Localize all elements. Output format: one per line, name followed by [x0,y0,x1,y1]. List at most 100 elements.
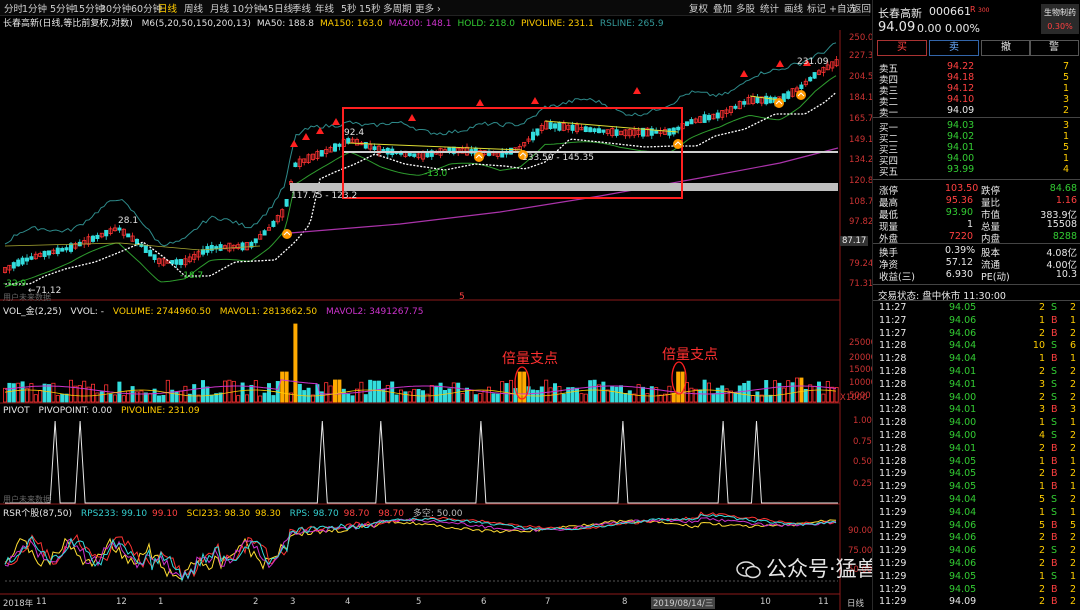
tick-side: B [1051,532,1058,544]
period-tab-1[interactable]: 1分钟 [22,1,47,15]
toolbar-btn-1[interactable]: 叠加 [713,1,732,15]
volume-bar [799,377,804,403]
tick-count: 1 [1070,417,1077,429]
toolbar-btn-5[interactable]: 标记 [807,1,826,15]
bid-row[interactable]: 买二 94.02 1 [873,131,1080,145]
indicator-2: MA150: 163.0 [319,19,383,29]
toolbar-btn-2[interactable]: 多股 [736,1,755,15]
volume-bar [60,393,65,403]
volume-bar [350,395,355,403]
ask-row[interactable]: 卖一 94.09 2 [873,105,1080,119]
candle [702,114,707,123]
period-tab-15[interactable]: 多周期 [383,1,412,15]
book-divider [873,117,1080,118]
tick-count: 2 [1070,378,1077,390]
period-tab-7[interactable]: 周线 [184,1,203,15]
ask-row[interactable]: 卖二 94.10 3 [873,94,1080,108]
bid-row[interactable]: 买三 94.01 5 [873,142,1080,156]
candle [95,234,100,240]
pivot-legend: PIVOT PIVOPOINT: 0.00 PIVOLINE: 231.09 [3,406,206,416]
price-tick: 120.8 [849,176,874,186]
bid-row[interactable]: 买四 94.00 1 [873,153,1080,167]
tick-volume: 1 [1038,455,1045,467]
volume-bar [830,386,835,403]
period-tab-16[interactable]: 更多 › [415,1,441,15]
period-tab-0[interactable]: 分时 [4,1,23,15]
tick-side: S [1051,570,1058,582]
tick-count: 3 [1070,404,1077,416]
bid-row[interactable]: 买五 93.99 4 [873,164,1080,178]
volume-bar [161,394,166,403]
period-tab-10[interactable]: 45日线 [262,1,293,15]
candle [91,235,96,242]
volume-bar [280,371,285,403]
candle [170,260,175,264]
ask-row[interactable]: 卖四 94.18 5 [873,72,1080,86]
volume-bar [139,390,144,403]
ask-row[interactable]: 卖五 94.22 7 [873,61,1080,75]
rps-line [4,517,836,580]
candle [372,146,377,151]
candle [117,227,122,231]
period-tab-14[interactable]: 15秒 [359,1,381,15]
volume-bar [442,389,447,403]
stat-row: 换手 0.39% 股本 4.08亿 [873,245,1080,259]
tick-side: B [1051,519,1058,531]
tick-count: 2 [1070,532,1077,544]
candle [812,72,817,79]
period-tab-8[interactable]: 月线 [210,1,229,15]
sci233: SCI233: 98.30 [186,509,251,519]
price-tick: 71.31 [849,279,874,289]
tick-count: 2 [1070,366,1077,377]
volume-bar [671,392,676,403]
volume-bar [627,390,632,403]
toolbar-btn-4[interactable]: 画线 [784,1,803,15]
period-tab-12[interactable]: 年线 [315,1,334,15]
tick-row: 11:29 94.04 5 S 2 [873,494,1080,505]
period-tab-4[interactable]: 30分钟 [100,1,131,15]
period-tab-6[interactable]: 日线 [158,1,177,15]
volume-bar [605,389,610,403]
date-tick: 6 [481,597,487,607]
tick-time: 11:27 [879,327,907,339]
tick-count: 1 [1070,481,1077,493]
ask-row[interactable]: 卖三 94.12 1 [873,83,1080,97]
stock-code: 000661 [929,5,971,18]
toolbar-btn-0[interactable]: 复权 [689,1,708,15]
tick-volume: 2 [1038,583,1045,595]
candle [553,123,558,129]
sell-button[interactable]: 卖 [929,40,979,56]
tick-count: 6 [1070,340,1077,352]
tick-row: 11:28 94.00 2 S 2 [873,392,1080,403]
candle [531,131,536,141]
cancel-button[interactable]: 撤 [981,40,1031,56]
period-tab-13[interactable]: 5秒 [341,1,357,15]
period-tab-2[interactable]: 5分钟 [50,1,75,15]
toolbar-btn-3[interactable]: 统计 [760,1,779,15]
toolbar-btn-7[interactable]: 返回 [852,1,871,15]
volume-bar [641,386,646,403]
period-tab-11[interactable]: 季线 [292,1,311,15]
volume-bar [491,393,496,403]
buy-button[interactable]: 买 [877,40,927,56]
period-tab-9[interactable]: 10分钟 [232,1,263,15]
bid-vol: 1 [1063,131,1070,142]
tick-price: 94.04 [949,340,977,352]
tick-row: 11:29 94.05 2 B 2 [873,468,1080,479]
bid-row[interactable]: 买一 94.03 3 [873,120,1080,134]
volume-bar [148,393,153,403]
tick-volume: 1 [1038,417,1045,429]
tick-row: 11:28 94.01 3 B 3 [873,404,1080,415]
tick-volume: 1 [1038,570,1045,582]
bid-vol: 3 [1063,120,1070,131]
signal-triangle [476,99,484,106]
tick-count: 2 [1070,583,1077,595]
stat-row: 收益(三) 6.930 PE(动) 10.3 [873,269,1080,283]
tick-count: 2 [1070,468,1077,480]
stat-label: PE(动) [981,272,1010,283]
alert-button[interactable]: 警 [1029,40,1079,56]
bid-vol: 1 [1063,153,1070,164]
candle [654,130,659,134]
signal-triangle [531,97,539,104]
volume-bar [601,381,606,403]
